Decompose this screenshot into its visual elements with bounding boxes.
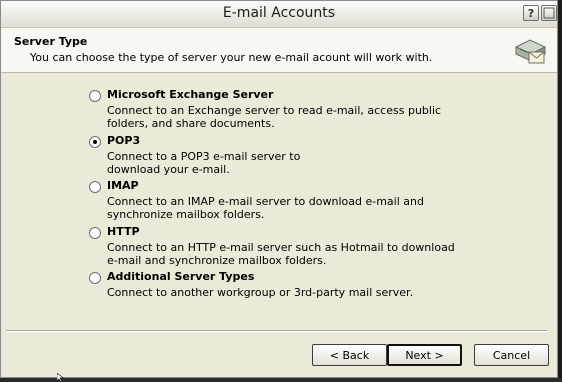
wizard-header: Server Type You can choose the type of s…	[1, 28, 557, 73]
option-label-additional: Additional Server Types	[107, 270, 255, 283]
window-title: E-mail Accounts	[222, 5, 336, 21]
option-http[interactable]: HTTP Connect to an HTTP e-mail server su…	[89, 225, 489, 269]
option-label-imap: IMAP	[107, 179, 139, 192]
option-exchange[interactable]: Microsoft Exchange Server Connect to an …	[89, 88, 489, 132]
radio-additional[interactable]	[89, 272, 101, 284]
radio-http[interactable]	[89, 227, 101, 239]
option-description-pop3: Connect to a POP3 e-mail server to downl…	[107, 150, 301, 176]
radio-imap[interactable]	[89, 181, 101, 193]
option-imap[interactable]: IMAP Connect to an IMAP e-mail server to…	[89, 179, 489, 223]
help-icon: ?	[527, 7, 535, 20]
title-bar[interactable]: E-mail Accounts ?	[1, 1, 557, 28]
option-label-exchange: Microsoft Exchange Server	[107, 88, 274, 101]
radio-exchange[interactable]	[89, 90, 101, 102]
option-description-additional: Connect to another workgroup or 3rd-part…	[107, 286, 414, 299]
option-description-imap: Connect to an IMAP e-mail server to down…	[107, 195, 424, 221]
button-divider	[6, 330, 547, 332]
option-description-http: Connect to an HTTP e-mail server such as…	[107, 241, 455, 267]
close-button[interactable]	[541, 5, 557, 21]
option-pop3[interactable]: POP3 Connect to a POP3 e-mail server to …	[89, 134, 489, 178]
back-button[interactable]: < Back	[312, 344, 387, 366]
close-icon	[543, 7, 555, 19]
mouse-pointer-icon	[57, 373, 64, 382]
mail-server-icon	[514, 39, 547, 64]
radio-pop3[interactable]	[89, 136, 101, 148]
next-button[interactable]: Next >	[387, 344, 462, 366]
option-description-exchange: Connect to an Exchange server to read e-…	[107, 104, 442, 130]
option-additional[interactable]: Additional Server Types Connect to anoth…	[89, 270, 489, 302]
header-subtitle: You can choose the type of server your n…	[30, 51, 433, 64]
email-accounts-dialog: E-mail Accounts ? Server Type You can ch…	[0, 0, 558, 378]
screen-edge	[0, 378, 562, 382]
option-label-http: HTTP	[107, 225, 140, 238]
help-button[interactable]: ?	[523, 5, 539, 21]
header-title: Server Type	[14, 35, 88, 48]
cancel-button[interactable]: Cancel	[474, 344, 549, 366]
option-label-pop3: POP3	[107, 134, 141, 147]
